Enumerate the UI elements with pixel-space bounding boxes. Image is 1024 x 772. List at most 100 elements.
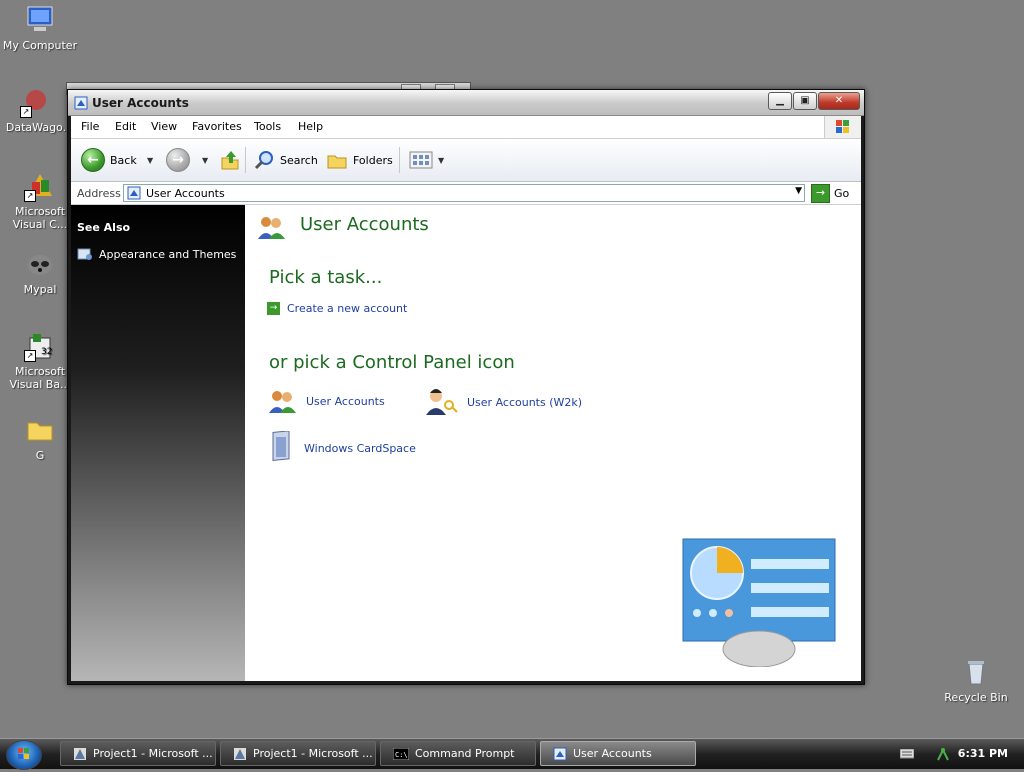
taskbar-button-project1-b[interactable]: Project1 - Microsoft ...	[220, 741, 376, 766]
shortcut-arrow-icon: ↗	[24, 350, 36, 362]
cp-user-accounts-w2k-label: User Accounts (W2k)	[467, 395, 583, 409]
create-new-account-link[interactable]: → Create a new account	[267, 302, 407, 315]
start-windows-logo-icon	[18, 748, 29, 759]
menu-edit[interactable]: Edit	[115, 120, 136, 133]
svg-text:32: 32	[41, 347, 52, 357]
close-button[interactable]: ✕	[818, 92, 860, 110]
menu-help[interactable]: Help	[298, 120, 323, 133]
minimize-button[interactable]: ▁	[768, 92, 792, 110]
raccoon-icon	[24, 248, 56, 280]
pick-a-task-heading: Pick a task...	[269, 267, 383, 288]
desktop-icon-recycle-bin[interactable]: Recycle Bin	[936, 656, 1016, 704]
go-arrow-icon: →	[811, 184, 830, 203]
menu-view[interactable]: View	[151, 120, 177, 133]
desktop-icon-my-computer[interactable]: My Computer	[0, 4, 80, 52]
cp-user-accounts-link[interactable]: User Accounts	[266, 387, 385, 415]
maximize-icon: ▣	[800, 95, 810, 106]
up-folder-button[interactable]	[219, 148, 241, 172]
appearance-and-themes-link[interactable]: Appearance and Themes	[77, 246, 236, 262]
address-dropdown-icon[interactable]: ▼	[795, 186, 802, 196]
user-accounts-window: User Accounts ▁ ▣ ✕ File Edit View Favor…	[67, 89, 865, 685]
user-accounts-header-icon	[255, 213, 287, 241]
folders-label: Folders	[353, 153, 393, 167]
command-prompt-icon: C:\	[393, 747, 409, 760]
maximize-button[interactable]: ▣	[793, 92, 817, 110]
windows-logo-icon	[824, 116, 861, 138]
control-panel-heading: or pick a Control Panel icon	[269, 352, 515, 373]
taskbar: Project1 - Microsoft ... Project1 - Micr…	[0, 738, 1024, 770]
keyboard-icon[interactable]	[900, 749, 914, 759]
create-new-account-label: Create a new account	[287, 302, 408, 315]
visual-c-icon: ↗	[24, 170, 56, 202]
window-title: User Accounts	[92, 96, 189, 110]
back-history-dropdown[interactable]: ▼	[147, 156, 153, 165]
user-accounts-task-icon	[553, 747, 567, 760]
address-value: User Accounts	[146, 187, 225, 200]
address-bar: Address User Accounts ▼ → Go	[71, 182, 861, 205]
views-button[interactable]: ▼	[409, 148, 444, 172]
desktop-icon-label: Recycle Bin	[944, 691, 1008, 704]
search-button[interactable]: Search	[253, 148, 318, 172]
cp-windows-cardspace-link[interactable]: Windows CardSpace	[268, 431, 416, 465]
folders-icon	[327, 155, 347, 169]
user-accounts-window-icon	[74, 96, 88, 110]
system-tray: 6:31 PM	[884, 739, 1024, 769]
cp-windows-cardspace-label: Windows CardSpace	[304, 441, 416, 455]
search-label: Search	[280, 153, 318, 167]
green-arrow-icon: →	[267, 302, 280, 315]
taskbar-button-project1-a[interactable]: Project1 - Microsoft ...	[60, 741, 216, 766]
vb-project-icon	[234, 747, 246, 760]
taskbar-button-label: User Accounts	[573, 747, 652, 760]
recycle-bin-icon	[960, 656, 992, 688]
forward-history-dropdown[interactable]: ▼	[202, 156, 208, 165]
control-panel-watermark-icon	[682, 538, 836, 667]
cp-user-accounts-w2k-link[interactable]: User Accounts (W2k)	[423, 387, 582, 417]
svg-text:C:\: C:\	[395, 751, 408, 759]
visual-basic-icon: 32 ↗	[24, 330, 56, 362]
taskbar-button-label: Command Prompt	[415, 747, 515, 760]
user-accounts-icon	[269, 391, 296, 413]
computer-icon	[24, 4, 56, 36]
title-bar[interactable]: User Accounts ▁ ▣ ✕	[68, 90, 864, 116]
forward-button[interactable]: →	[166, 148, 190, 172]
appearance-and-themes-label: Appearance and Themes	[99, 247, 237, 261]
side-pane: See Also Appearance and Themes	[71, 205, 245, 681]
up-folder-icon	[221, 151, 239, 170]
back-label: Back	[110, 153, 137, 167]
network-icon[interactable]	[936, 746, 950, 762]
desktop-icon-datawago[interactable]: ↗ DataWago.	[0, 86, 76, 134]
page-title: User Accounts	[300, 214, 429, 235]
taskbar-button-command-prompt[interactable]: C:\ Command Prompt	[380, 741, 536, 766]
close-icon: ✕	[834, 95, 844, 106]
back-arrow-icon: ←	[81, 148, 105, 172]
views-dropdown-icon: ▼	[438, 155, 445, 165]
menu-tools[interactable]: Tools	[254, 120, 281, 133]
windows-cardspace-icon	[272, 431, 290, 462]
datawago-icon: ↗	[20, 86, 52, 118]
address-field[interactable]: User Accounts ▼	[123, 184, 805, 202]
folders-button[interactable]: Folders	[326, 148, 393, 172]
taskbar-button-user-accounts[interactable]: User Accounts	[540, 741, 696, 766]
menu-bar: File Edit View Favorites Tools Help	[71, 116, 861, 139]
minimize-icon: ▁	[776, 95, 784, 106]
address-label: Address	[77, 187, 121, 200]
go-button[interactable]: → Go	[811, 184, 849, 203]
forward-arrow-icon: →	[166, 148, 190, 172]
content-pane: User Accounts Pick a task... → Create a …	[245, 205, 861, 681]
back-button[interactable]: ← Back	[81, 148, 137, 172]
taskbar-button-label: Project1 - Microsoft ...	[93, 747, 213, 760]
go-label: Go	[834, 187, 850, 200]
shortcut-arrow-icon: ↗	[24, 190, 36, 202]
appearance-themes-icon	[77, 248, 92, 260]
user-with-key-icon	[426, 389, 458, 415]
toolbar-separator	[399, 147, 400, 173]
views-grid-icon	[409, 151, 433, 169]
start-button[interactable]	[6, 740, 42, 770]
menu-file[interactable]: File	[81, 120, 99, 133]
desktop-icon-label: My Computer	[2, 39, 78, 52]
search-icon	[254, 151, 273, 170]
menu-favorites[interactable]: Favorites	[192, 120, 242, 133]
clock[interactable]: 6:31 PM	[958, 747, 1008, 760]
cp-user-accounts-label: User Accounts	[306, 394, 385, 408]
desktop-icon-label: DataWago.	[5, 121, 67, 134]
